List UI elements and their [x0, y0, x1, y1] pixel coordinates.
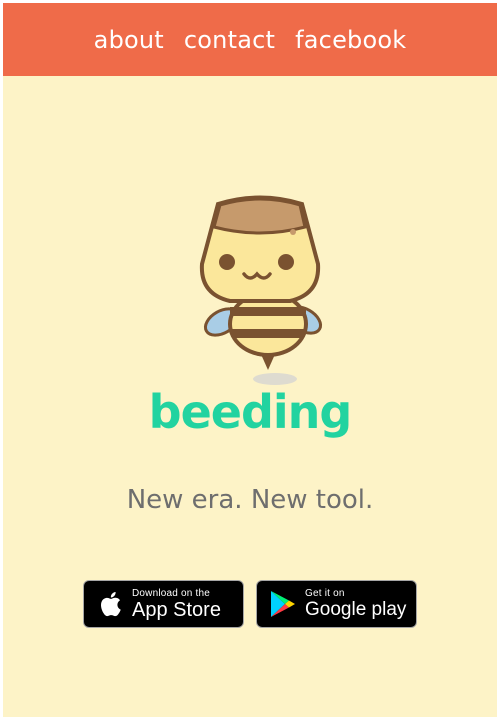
tagline: New era. New tool. — [126, 485, 374, 515]
nav-link-contact[interactable]: contact — [184, 26, 275, 54]
google-play-play-text: play — [366, 599, 407, 620]
app-store-big-text: App Store — [132, 598, 221, 621]
page: about contact facebook beeding New era. … — [3, 3, 497, 717]
app-store-small-text: Download on the — [132, 587, 211, 599]
store-badges: Download on the App Store Get it on Goog… — [83, 580, 417, 628]
app-store-button[interactable]: Download on the App Store — [83, 580, 244, 628]
google-play-icon — [269, 589, 297, 619]
brand-logo: beeding — [148, 385, 353, 439]
top-nav-bar: about contact facebook — [3, 3, 497, 76]
google-play-google-text: Google — [305, 599, 367, 620]
nav-link-about[interactable]: about — [94, 26, 164, 54]
google-play-small-text: Get it on — [305, 588, 345, 599]
bee-mascot-icon — [180, 189, 330, 389]
apple-icon — [96, 589, 124, 619]
google-play-button[interactable]: Get it on Google play — [256, 580, 417, 628]
nav-link-facebook[interactable]: facebook — [295, 26, 406, 54]
